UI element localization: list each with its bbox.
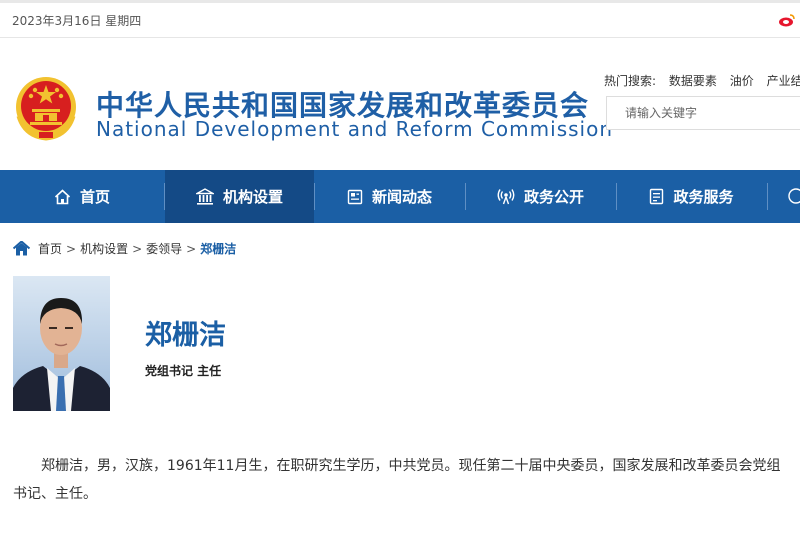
news-icon	[347, 189, 363, 204]
broadcast-icon	[497, 189, 515, 205]
nav-item-home[interactable]: 首页	[0, 170, 164, 223]
profile-bio: 郑栅洁，男，汉族，1961年11月生，在职研究生学历，中共党员。现任第二十届中央…	[13, 458, 781, 502]
breadcrumb-current: 郑栅洁	[200, 242, 237, 256]
current-date: 2023年3月16日 星期四	[12, 14, 142, 28]
hot-search-item[interactable]: 产业结	[767, 74, 800, 88]
breadcrumb-separator: >	[186, 241, 197, 256]
nav-label: 政务公开	[523, 188, 584, 206]
nav-label: 新闻动态	[371, 188, 432, 206]
top-bar: 2023年3月16日 星期四	[0, 0, 800, 38]
nav-label: 政务服务	[673, 188, 734, 206]
nav-item-gov-services[interactable]: 政务服务	[617, 170, 766, 223]
profile-name: 郑栅洁	[145, 320, 226, 351]
breadcrumb-item[interactable]: 机构设置	[80, 240, 128, 257]
main-nav: 首页 机构设置 新闻动态 政务公开 政务服务	[0, 170, 800, 223]
service-icon	[650, 188, 664, 205]
profile-position: 党组书记 主任	[145, 364, 222, 378]
nav-item-gov-affairs[interactable]: 政务公开	[466, 170, 615, 223]
home-icon	[54, 188, 71, 204]
portrait-photo	[13, 276, 110, 411]
breadcrumb-separator: >	[132, 241, 143, 256]
weibo-icon[interactable]	[778, 13, 796, 27]
breadcrumb-item[interactable]: 首页	[38, 240, 62, 257]
hot-search-item[interactable]: 油价	[730, 74, 754, 88]
institution-icon	[195, 188, 214, 205]
hot-search-item[interactable]: 数据要素	[669, 74, 717, 88]
national-emblem-icon[interactable]	[13, 76, 79, 142]
home-icon[interactable]	[13, 241, 30, 256]
hot-search: 热门搜索: 数据要素 油价 产业结	[604, 72, 800, 89]
breadcrumb-separator: >	[66, 241, 77, 256]
hot-search-label: 热门搜索:	[604, 74, 657, 88]
more-nav-icon[interactable]	[786, 188, 800, 205]
search-input[interactable]	[623, 97, 797, 129]
site-title-en[interactable]: National Development and Reform Commissi…	[96, 117, 613, 141]
nav-item-institutions[interactable]: 机构设置	[165, 170, 314, 223]
nav-label: 首页	[79, 188, 110, 206]
nav-divider	[767, 183, 768, 210]
breadcrumb: 首页 > 机构设置 > 委领导 > 郑栅洁	[13, 240, 236, 257]
search-box	[606, 96, 800, 130]
nav-label: 机构设置	[222, 188, 283, 206]
breadcrumb-item[interactable]: 委领导	[146, 240, 182, 257]
nav-item-news[interactable]: 新闻动态	[315, 170, 464, 223]
